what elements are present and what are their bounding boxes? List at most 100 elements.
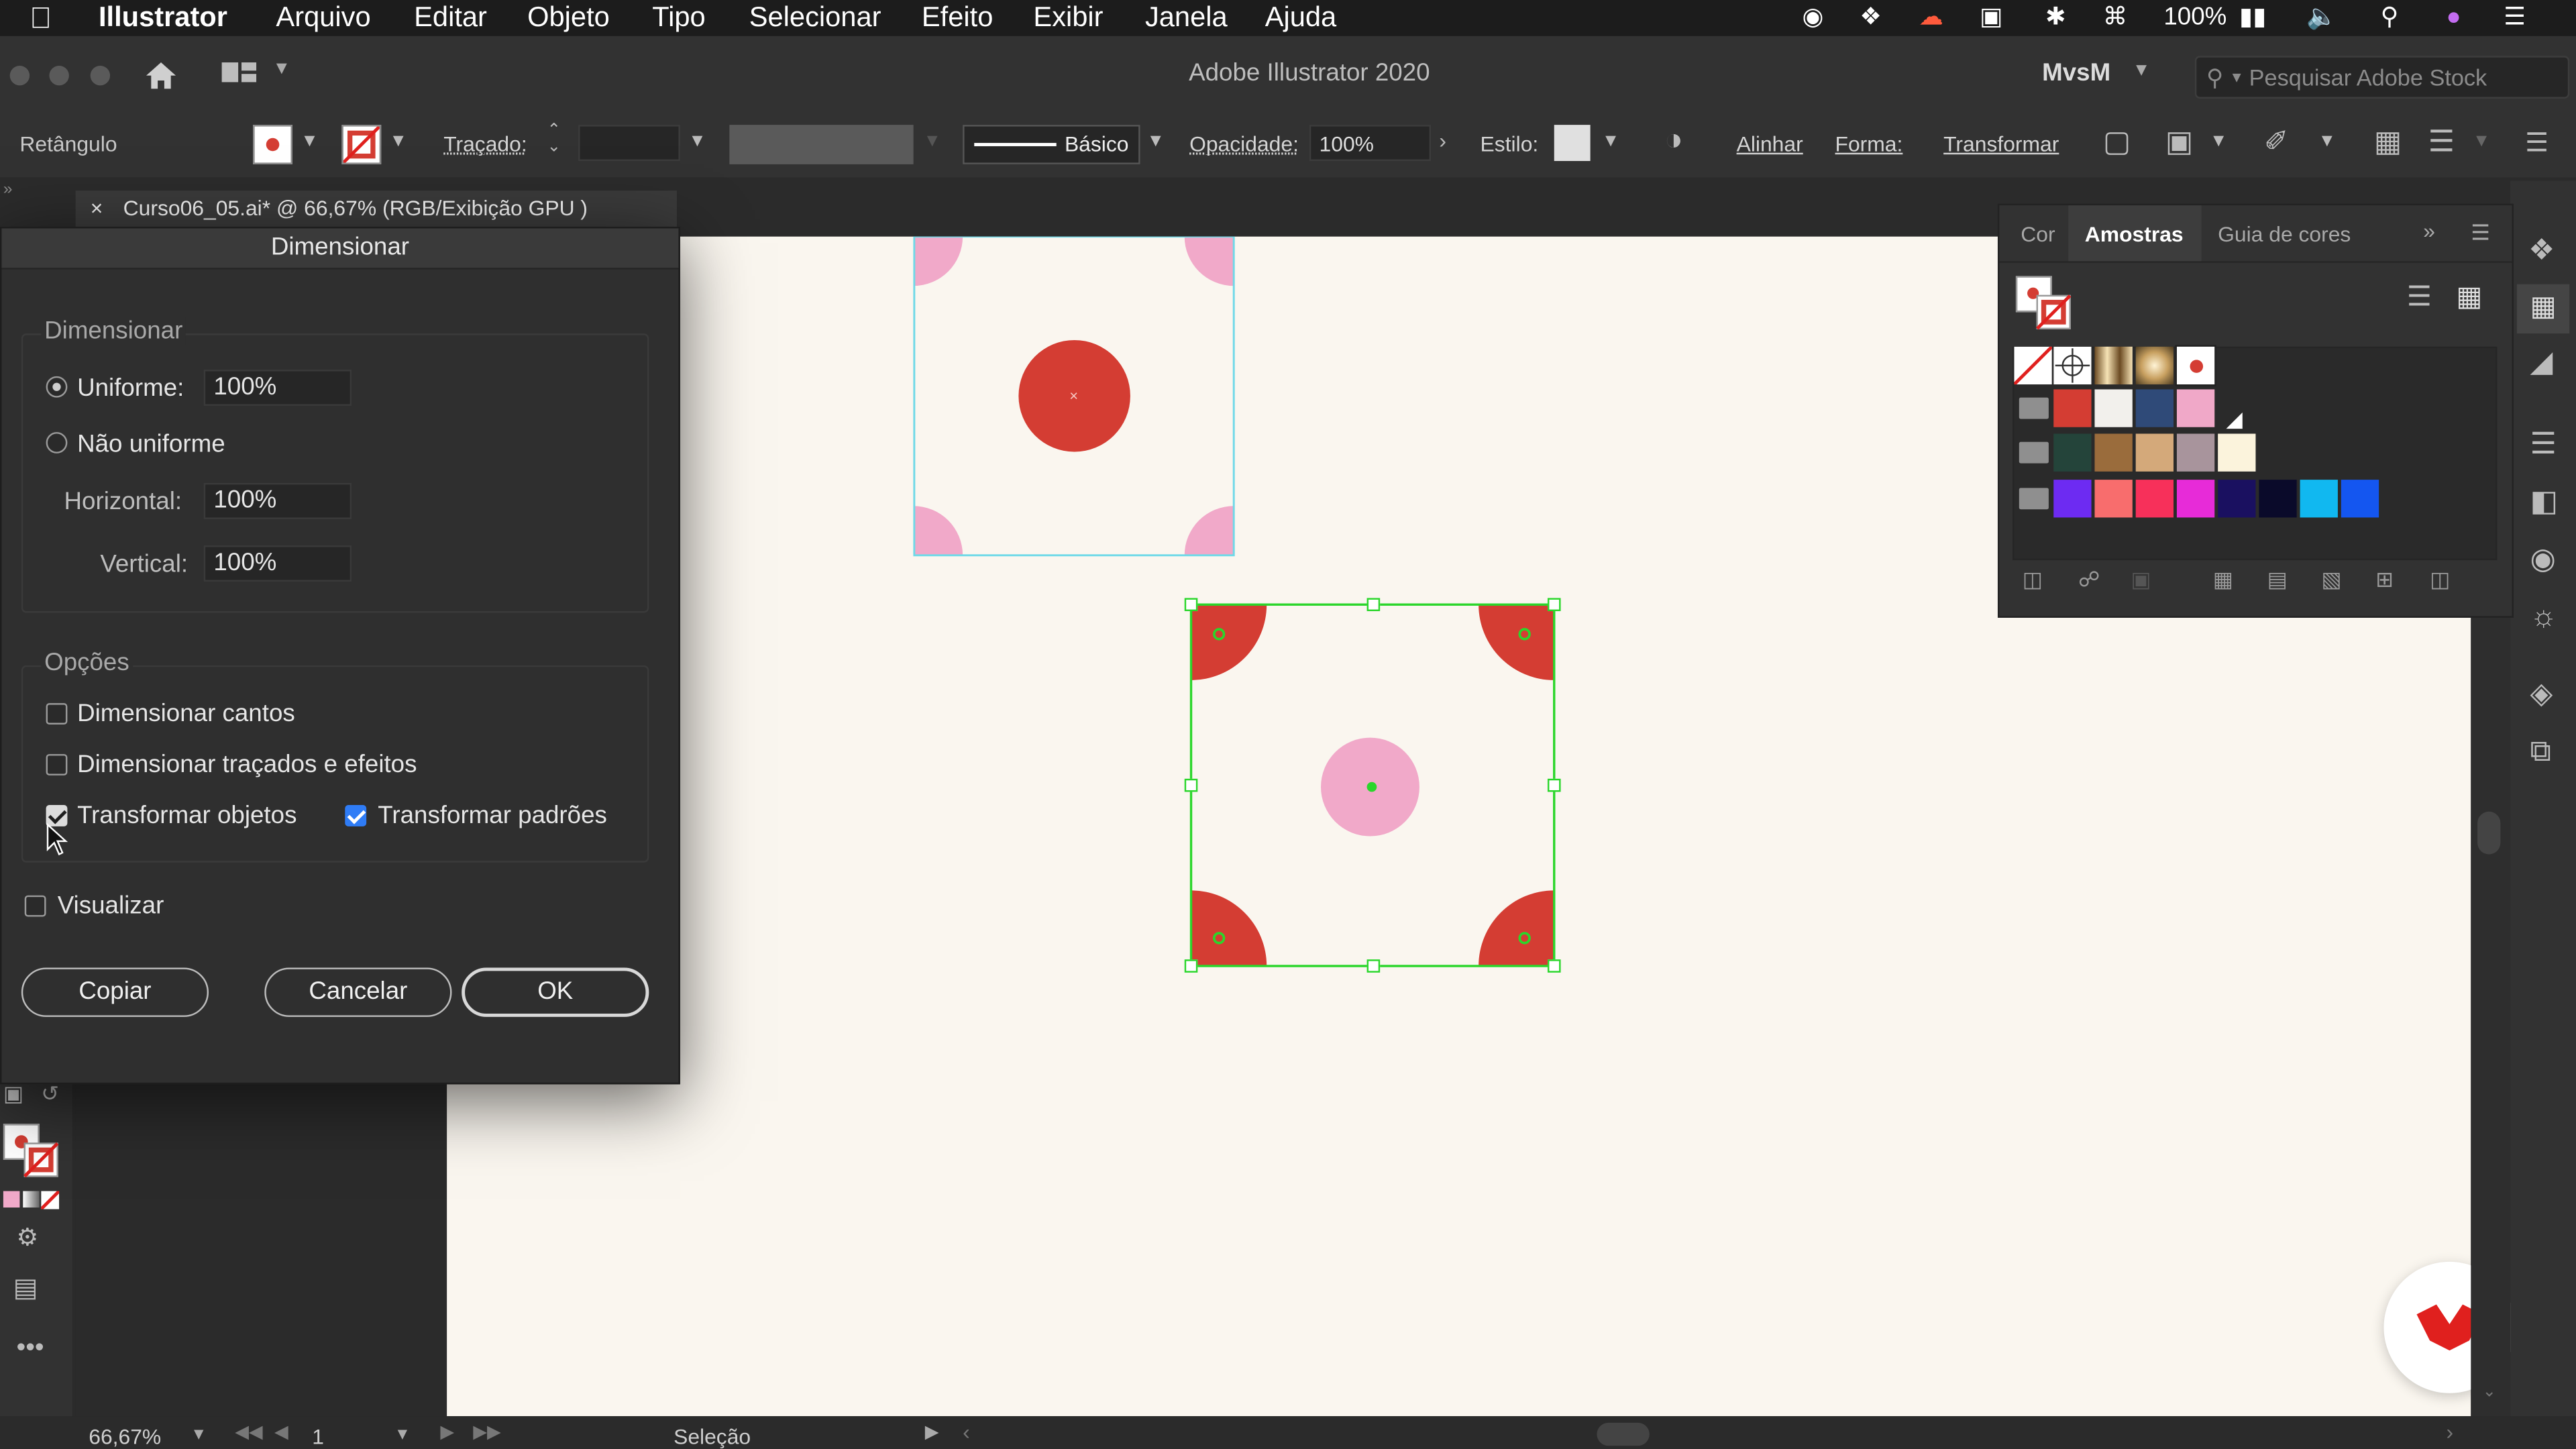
tab-color[interactable]: Cor (2021, 222, 2055, 247)
swatch-row4-5[interactable] (2218, 480, 2256, 518)
vertical-input[interactable]: 100% (203, 545, 352, 582)
gradient-mode-button[interactable] (23, 1191, 40, 1208)
scale-strokes-label[interactable]: Dimensionar traçados e efeitos (77, 751, 417, 779)
stroke-color-swatch[interactable] (341, 125, 382, 164)
tab-swatches[interactable]: Amostras (2085, 222, 2184, 247)
panel-stroke-indicator[interactable] (2035, 294, 2072, 330)
non-uniform-label[interactable]: Não uniforme (77, 431, 225, 459)
spotlight-search-icon[interactable]: ⚲ (2381, 0, 2399, 36)
scroll-right-icon[interactable]: › (2447, 1419, 2454, 1444)
menu-efeito[interactable]: Efeito (922, 0, 993, 36)
color-mode-button[interactable] (3, 1191, 20, 1208)
opacity-input[interactable]: 100% (1309, 125, 1432, 162)
reference-point-icon[interactable]: ▣ (2165, 125, 2194, 159)
selection-handle[interactable] (1366, 959, 1381, 973)
swatches-panel-button[interactable]: ▦ (2516, 284, 2570, 334)
stroke-weight-stepper[interactable]: ⌃ ⌄ (547, 122, 561, 156)
chevron-down-icon[interactable]: ▼ (2473, 131, 2491, 151)
stroke-label[interactable]: Traçado: (443, 131, 527, 156)
chevron-down-icon[interactable]: ▼ (923, 131, 941, 151)
creative-cloud-icon[interactable]: ☁ (1919, 0, 1943, 36)
menu-editar[interactable]: Editar (414, 0, 487, 36)
status-menu-icon[interactable]: ▶ (925, 1421, 939, 1442)
chevron-down-icon[interactable]: ▼ (273, 59, 291, 78)
scale-strokes-checkbox[interactable] (46, 754, 68, 775)
draw-mode-icon[interactable]: ⚙ (16, 1222, 38, 1252)
display-icon[interactable]: ▣ (1980, 0, 2003, 36)
swatch-row4-3[interactable] (2135, 480, 2174, 518)
record-icon[interactable]: ◉ (1803, 0, 1824, 36)
recolor-artwork-icon[interactable]: ◑ (1664, 123, 1683, 160)
menu-ajuda[interactable]: Ajuda (1265, 0, 1336, 36)
swatch-row4-6[interactable] (2259, 480, 2297, 518)
transform-objects-label[interactable]: Transformar objetos (77, 802, 297, 830)
zoom-window-button[interactable] (90, 65, 111, 86)
uniform-radio[interactable] (46, 376, 68, 398)
chevron-down-icon[interactable]: ▼ (2133, 61, 2151, 80)
default-fill-stroke-icon[interactable]: ▣ (3, 1081, 23, 1107)
menu-selecionar[interactable]: Selecionar (749, 0, 881, 36)
swatch-row2-3[interactable] (2135, 389, 2174, 427)
arrange-documents-icon[interactable] (220, 59, 260, 89)
battery-icon[interactable]: ▮▮ (2239, 0, 2266, 36)
chevron-down-icon[interactable]: ▼ (394, 1426, 411, 1444)
appearance-panel-icon[interactable]: ☼ (2530, 600, 2557, 634)
chevron-down-icon[interactable]: ⌄ (2482, 1383, 2496, 1401)
chevron-down-icon[interactable]: ▼ (688, 131, 706, 151)
swatch-row3-3[interactable] (2135, 433, 2174, 472)
selection-handle[interactable] (1547, 778, 1561, 792)
screen-mode-icon[interactable]: ▤ (13, 1272, 38, 1305)
zoom-select[interactable]: 66,67% ▼ (79, 1419, 221, 1449)
gradient-panel-icon[interactable]: ◧ (2530, 484, 2558, 519)
opacity-label[interactable]: Opacidade: (1189, 131, 1299, 156)
horizontal-scroll-thumb[interactable] (1597, 1422, 1650, 1446)
brushes-icon[interactable]: ◢ (2530, 345, 2553, 379)
none-mode-button[interactable] (41, 1191, 60, 1210)
shape-link[interactable]: Forma: (1835, 131, 1903, 156)
swap-fill-stroke-icon[interactable]: ↺ (41, 1081, 59, 1107)
transform-patterns-label[interactable]: Transformar padrões (378, 802, 607, 830)
app-menu[interactable]: Illustrator (99, 0, 227, 36)
grid-view-icon[interactable]: ▦ (2456, 281, 2482, 314)
minimize-window-button[interactable] (49, 65, 69, 86)
scroll-left-icon[interactable]: ‹ (963, 1419, 970, 1444)
align-link[interactable]: Alinhar (1737, 131, 1803, 156)
last-artboard-icon[interactable]: ▶▶ (473, 1421, 500, 1442)
swatch-row3-4[interactable] (2176, 433, 2215, 472)
swatch-row2-2[interactable] (2094, 389, 2133, 427)
chevron-down-icon[interactable]: ▼ (2210, 131, 2228, 151)
swatch-row4-4[interactable] (2176, 480, 2215, 518)
menu-arquivo[interactable]: Arquivo (276, 0, 370, 36)
control-bar-menu-icon[interactable]: ☰ (2525, 127, 2548, 160)
chevron-down-icon[interactable]: ▼ (1602, 131, 1620, 151)
close-window-button[interactable] (9, 65, 30, 86)
transparency-panel-icon[interactable]: ◉ (2530, 542, 2555, 576)
selection-handle[interactable] (1547, 959, 1561, 973)
non-uniform-radio[interactable] (46, 432, 68, 453)
bluetooth-icon[interactable]: ✱ (2045, 0, 2066, 36)
layers-icon[interactable]: ◈ (2530, 677, 2553, 711)
transform-link[interactable]: Transformar (1943, 131, 2059, 156)
delete-swatch-icon[interactable]: ◫ (2430, 567, 2450, 593)
collapse-toolbar-icon[interactable]: » (3, 180, 13, 199)
uniform-label[interactable]: Uniforme: (77, 374, 184, 402)
cancel-button[interactable]: Cancelar (264, 967, 452, 1017)
volume-icon[interactable]: 🔈 (2306, 0, 2337, 36)
swatch-folder-icon[interactable] (2019, 397, 2049, 419)
stock-search-input[interactable]: ⚲ ▼ Pesquisar Adobe Stock (2194, 56, 2570, 99)
menu-objeto[interactable]: Objeto (527, 0, 610, 36)
swatch-row2-4[interactable] (2176, 389, 2215, 427)
swatch-options-icon[interactable]: ▣ (2131, 567, 2151, 593)
horizontal-input[interactable]: 100% (203, 483, 352, 519)
expand-panel-icon[interactable]: » (2423, 219, 2435, 244)
pattern-tile-selected[interactable] (1183, 598, 1564, 975)
variable-width-profile[interactable] (729, 125, 914, 164)
preview-label[interactable]: Visualizar (58, 892, 164, 920)
swatch-libraries-icon[interactable]: ◫ (2023, 567, 2043, 593)
show-swatch-kinds-icon[interactable]: ☍ (2078, 567, 2100, 593)
menu-janela[interactable]: Janela (1145, 0, 1228, 36)
brush-definition[interactable]: Básico (963, 125, 1140, 164)
workspace-switcher[interactable]: MvsM (2042, 59, 2110, 87)
swatch-folder-icon[interactable] (2019, 488, 2049, 510)
more-tools-icon[interactable]: ••• (16, 1334, 44, 1364)
